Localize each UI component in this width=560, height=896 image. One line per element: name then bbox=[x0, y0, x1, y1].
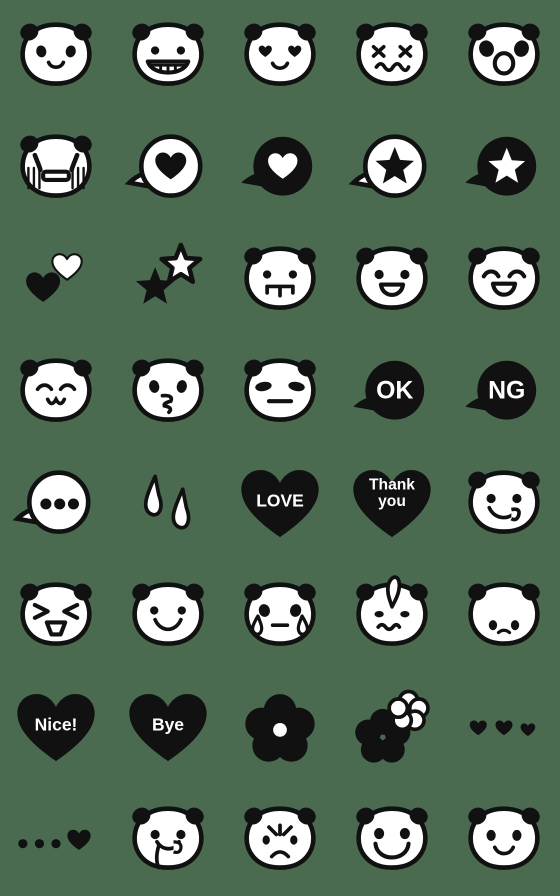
panda-dizzy-x-eyes-face-icon bbox=[356, 22, 428, 86]
emoji-cell-sweat-drops[interactable]: two sweat drops bbox=[112, 448, 224, 560]
emoji-cell-black-heart-bye[interactable]: Byeblack heart bbox=[112, 672, 224, 784]
emoji-cell-panda-dizzy-x-eyes-face[interactable]: dizzy panda with x eyes bbox=[336, 0, 448, 112]
emoji-cell-panda-drooling-face[interactable]: drooling panda bbox=[112, 784, 224, 896]
panda-smiling-face-icon bbox=[20, 22, 92, 86]
three-small-black-hearts-icon bbox=[469, 720, 536, 737]
sweat-drops-icon bbox=[143, 474, 191, 530]
emoji-cell-panda-grinning-teeth-face[interactable]: grinning panda with teeth bbox=[112, 0, 224, 112]
emoji-cell-panda-frustrated-squinting-face[interactable]: frustrated squinting panda bbox=[0, 560, 112, 672]
emoji-cell-panda-surprised-open-mouth-face[interactable]: surprised panda, round open mouth bbox=[448, 0, 560, 112]
emoji-cell-panda-buck-teeth-face[interactable]: panda with buck teeth bbox=[224, 224, 336, 336]
speech-bubble-ok-icon: OK bbox=[353, 360, 425, 420]
emoji-cell-speech-bubble-ok[interactable]: OKblack speech bubble bbox=[336, 336, 448, 448]
emoji-cell-panda-happy-open-mouth-face[interactable]: happy panda with open mouth bbox=[336, 224, 448, 336]
emoji-cell-panda-smile-dot-eyes-face[interactable]: smiling panda with dot eyes bbox=[112, 560, 224, 672]
speech-bubble-white-heart-on-black-icon bbox=[241, 136, 313, 196]
emoji-cell-panda-pleading-sad-face[interactable]: pleading sad panda bbox=[224, 784, 336, 896]
svg-text:OK: OK bbox=[376, 378, 413, 405]
speech-bubble-black-heart-icon bbox=[124, 134, 203, 198]
svg-text:Bye: Bye bbox=[152, 714, 184, 734]
emoji-cell-speech-bubble-ng[interactable]: NGblack speech bubble bbox=[448, 336, 560, 448]
emoji-cell-speech-bubble-black-star[interactable]: white speech bubble with black star bbox=[336, 112, 448, 224]
emoji-cell-panda-sweating-worried-face[interactable]: worried panda with sweat drop bbox=[336, 560, 448, 672]
panda-sad-downcast-face-icon bbox=[468, 582, 540, 646]
emoji-cell-panda-sleepy-content-face[interactable]: content panda with closed eyes bbox=[0, 336, 112, 448]
speech-bubble-white-star-on-black-icon bbox=[465, 136, 537, 196]
emoji-cell-black-heart-nice[interactable]: Nice!black heart bbox=[0, 672, 112, 784]
emoji-cell-speech-bubble-white-heart-on-black[interactable]: black speech bubble with white heart bbox=[224, 112, 336, 224]
panda-drooling-face-icon bbox=[132, 806, 204, 870]
emoji-cell-three-small-black-hearts[interactable]: three small black hearts bbox=[448, 672, 560, 784]
panda-sweating-worried-face-icon bbox=[356, 575, 428, 646]
emoji-cell-black-heart-thank-you[interactable]: Thankyoublack heart bbox=[336, 448, 448, 560]
emoji-cell-panda-neutral-straight-mouth-face[interactable]: neutral panda with straight mouth bbox=[224, 336, 336, 448]
panda-frustrated-squinting-face-icon bbox=[20, 582, 92, 646]
two-stars-black-white-icon bbox=[135, 242, 203, 304]
emoji-cell-speech-bubble-white-star-on-black[interactable]: black speech bubble with white star bbox=[448, 112, 560, 224]
panda-grinning-teeth-face-icon bbox=[132, 22, 204, 86]
black-heart-nice-icon: Nice! bbox=[17, 693, 95, 762]
black-heart-love-icon: LOVE bbox=[241, 469, 319, 538]
emoji-cell-panda-big-grin-face[interactable]: panda with big grin bbox=[336, 784, 448, 896]
emoji-cell-speech-bubble-black-heart[interactable]: white speech bubble with black heart bbox=[112, 112, 224, 224]
black-heart-bye-icon: Bye bbox=[129, 693, 207, 762]
panda-smile-dot-eyes-face-icon bbox=[132, 582, 204, 646]
panda-gentle-smile-face-icon bbox=[468, 806, 540, 870]
panda-happy-open-mouth-face-icon bbox=[356, 246, 428, 310]
emoji-cell-black-flower[interactable]: black five petal flower bbox=[224, 672, 336, 784]
three-dots-and-heart-icon bbox=[18, 829, 91, 850]
emoji-cell-two-hearts-black-white[interactable]: two hearts, black and white bbox=[0, 224, 112, 336]
emoji-sticker-sheet: smiling pandagrinning panda with teethpa… bbox=[0, 0, 560, 896]
panda-kissing-face-icon bbox=[132, 358, 204, 422]
panda-sleepy-content-face-icon bbox=[20, 358, 92, 422]
emoji-cell-panda-gentle-smile-face[interactable]: gently smiling panda bbox=[448, 784, 560, 896]
panda-laughing-closed-eyes-face-icon bbox=[468, 246, 540, 310]
panda-big-grin-face-icon bbox=[356, 806, 428, 870]
emoji-cell-panda-smiling-face[interactable]: smiling panda bbox=[0, 0, 112, 112]
emoji-cell-panda-single-tear-face[interactable]: panda with a single tear bbox=[224, 560, 336, 672]
svg-text:Thank: Thank bbox=[369, 476, 415, 493]
emoji-cell-speech-bubble-ellipsis-dots[interactable]: white speech bubble with three dots bbox=[0, 448, 112, 560]
black-flower-icon bbox=[245, 694, 315, 762]
panda-licking-lips-face-icon bbox=[468, 470, 540, 534]
emoji-cell-two-flowers-black-white[interactable]: two flowers, black and white bbox=[336, 672, 448, 784]
emoji-cell-panda-licking-lips-face[interactable]: panda licking its lips bbox=[448, 448, 560, 560]
emoji-cell-two-stars-black-white[interactable]: two stars, black and white bbox=[112, 224, 224, 336]
speech-bubble-ng-icon: NG bbox=[465, 360, 537, 420]
speech-bubble-ellipsis-dots-icon bbox=[12, 470, 91, 534]
black-heart-thank-you-icon: Thankyou bbox=[353, 469, 431, 538]
emoji-cell-panda-heart-eyes-face[interactable]: panda with heart eyes bbox=[224, 0, 336, 112]
two-flowers-black-white-icon bbox=[355, 689, 430, 763]
panda-neutral-straight-mouth-face-icon bbox=[244, 358, 316, 422]
emoji-cell-panda-kissing-face[interactable]: kissing panda bbox=[112, 336, 224, 448]
panda-pleading-sad-face-icon bbox=[244, 806, 316, 870]
panda-single-tear-face-icon bbox=[244, 582, 316, 646]
emoji-cell-three-dots-and-heart[interactable]: three dots trailing into a heart bbox=[0, 784, 112, 896]
panda-surprised-open-mouth-face-icon bbox=[468, 22, 540, 86]
svg-text:LOVE: LOVE bbox=[256, 490, 304, 510]
panda-buck-teeth-face-icon bbox=[244, 246, 316, 310]
emoji-cell-panda-laughing-closed-eyes-face[interactable]: laughing panda with closed eyes bbox=[448, 224, 560, 336]
emoji-cell-panda-sad-downcast-face[interactable]: sad downcast panda bbox=[448, 560, 560, 672]
svg-text:NG: NG bbox=[488, 378, 525, 405]
svg-text:Nice!: Nice! bbox=[35, 714, 78, 734]
panda-heart-eyes-face-icon bbox=[244, 22, 316, 86]
panda-bawling-crying-face-icon bbox=[20, 134, 92, 198]
svg-text:you: you bbox=[378, 493, 406, 510]
two-hearts-black-white-icon bbox=[26, 253, 83, 302]
emoji-cell-black-heart-love[interactable]: LOVEblack heart bbox=[224, 448, 336, 560]
emoji-cell-panda-bawling-crying-face[interactable]: bawling panda streaming tears bbox=[0, 112, 112, 224]
speech-bubble-black-star-icon bbox=[348, 134, 427, 198]
